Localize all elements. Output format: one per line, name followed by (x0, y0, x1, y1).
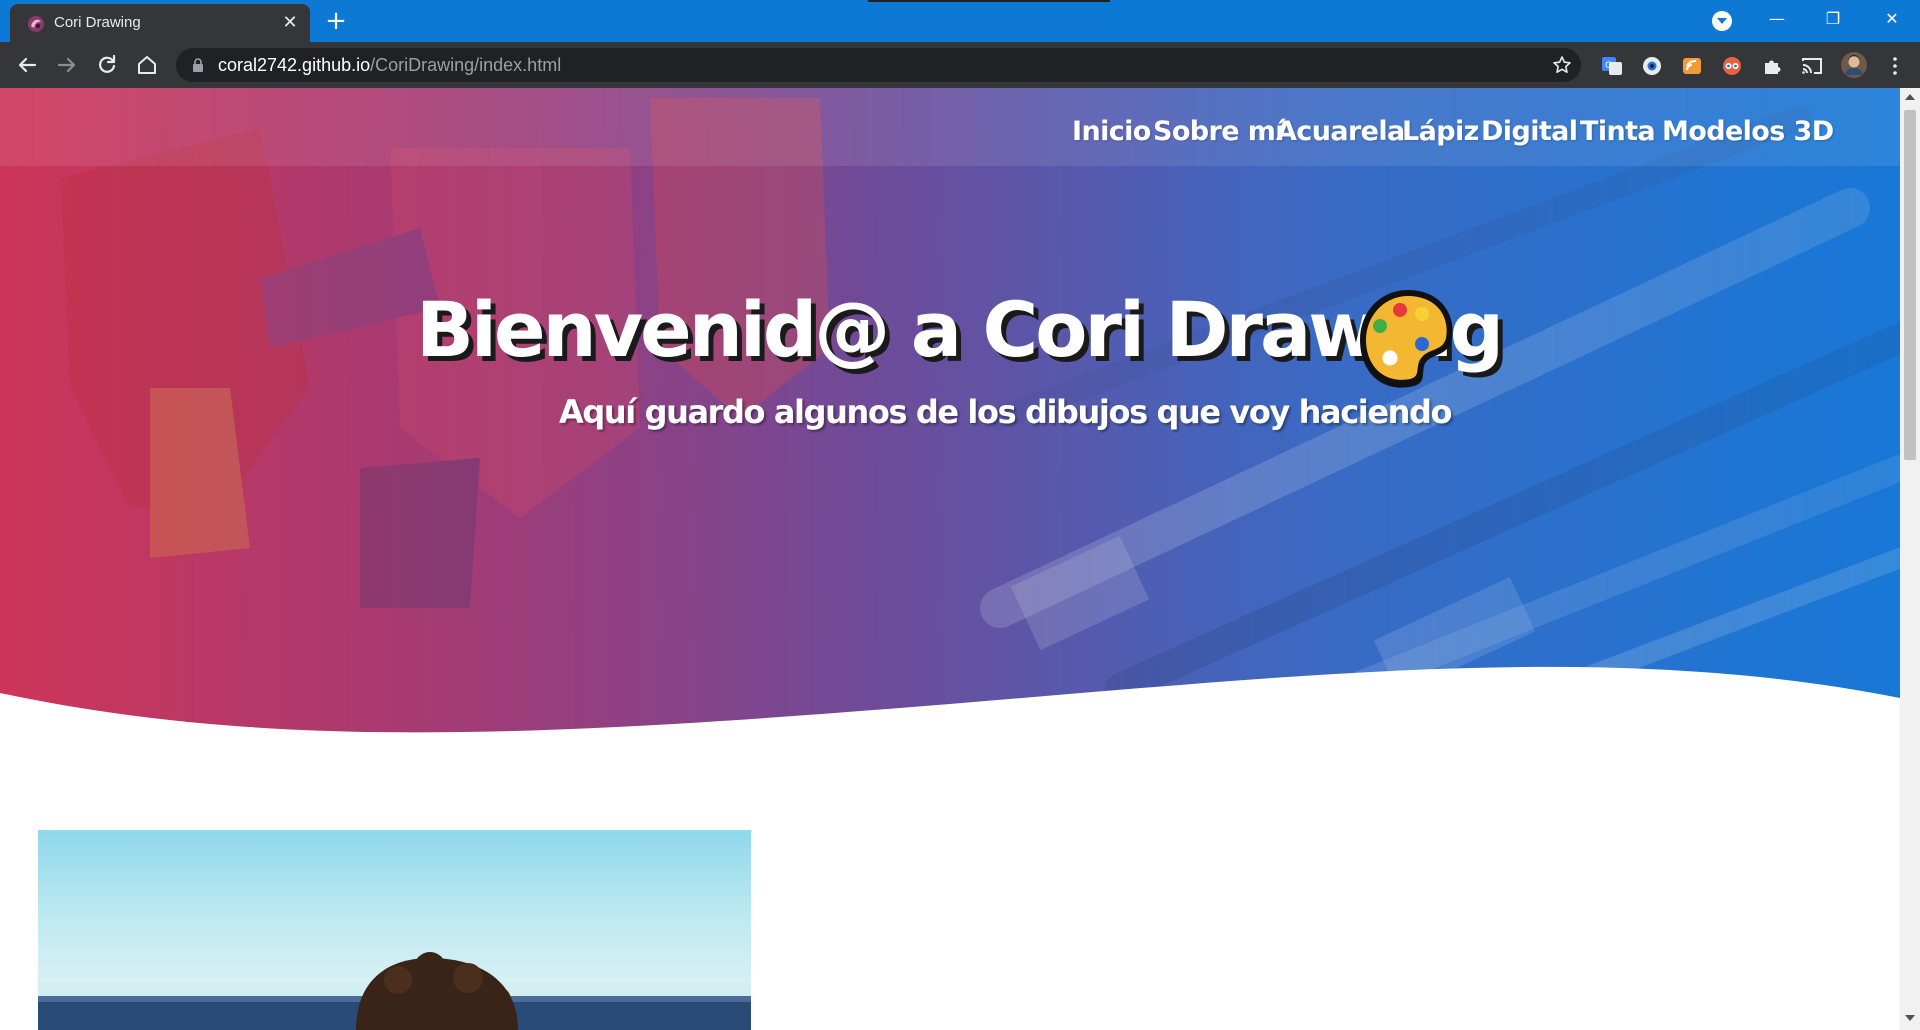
browser-tab[interactable]: Cori Drawing ✕ (10, 4, 310, 42)
puzzle-icon[interactable] (1761, 55, 1783, 77)
hero-banner: Inicio Sobre mí Acuarela Lápiz Digital T… (0, 88, 1900, 753)
reload-icon[interactable] (93, 51, 121, 79)
back-arrow-icon[interactable] (13, 51, 41, 79)
avatar[interactable] (1840, 51, 1868, 79)
restore-button[interactable]: ❐ (1805, 0, 1861, 42)
svg-text:G: G (1605, 61, 1612, 71)
nav-item-tinta[interactable]: Tinta (1580, 116, 1656, 147)
bookmark-star-icon[interactable] (1552, 55, 1572, 75)
page-viewport: Inicio Sobre mí Acuarela Lápiz Digital T… (0, 88, 1900, 1030)
hero-title: Bienvenid@ a Cori Drawing (416, 285, 1504, 374)
artist-palette-icon (1360, 290, 1453, 388)
hero-bottom-wave (0, 666, 1900, 753)
url-path: /CoriDrawing/index.html (370, 55, 562, 75)
nav-item-lapiz[interactable]: Lápiz (1402, 116, 1479, 147)
address-bar[interactable]: coral2742.github.io/CoriDrawing/index.ht… (176, 48, 1581, 82)
browser-titlebar: Cori Drawing ✕ + — ❐ ✕ (0, 0, 1920, 42)
main-navbar: Inicio Sobre mí Acuarela Lápiz Digital T… (0, 88, 1900, 166)
page-scrollbar[interactable] (1900, 88, 1920, 1030)
hero-subtitle: Aquí guardo algunos de los dibujos que v… (559, 393, 1453, 431)
glasses-extension-icon[interactable] (1721, 55, 1743, 77)
tab-title: Cori Drawing (54, 14, 141, 31)
scroll-up-arrow-icon[interactable] (1905, 94, 1915, 100)
lock-icon[interactable] (192, 58, 204, 72)
nav-item-digital[interactable]: Digital (1481, 116, 1578, 147)
profile-photo (38, 830, 751, 1030)
home-icon[interactable] (133, 51, 161, 79)
browser-toolbar: coral2742.github.io/CoriDrawing/index.ht… (0, 42, 1920, 88)
window-top-edge (868, 0, 1110, 2)
cori-favicon-icon (28, 16, 44, 32)
tab-close-icon[interactable]: ✕ (280, 13, 300, 33)
rss-extension-icon[interactable] (1681, 55, 1703, 77)
nav-item-modelos-3d[interactable]: Modelos 3D (1662, 116, 1834, 147)
eye-extension-icon[interactable] (1641, 55, 1663, 77)
nav-item-inicio[interactable]: Inicio (1072, 116, 1151, 147)
cast-icon[interactable] (1801, 55, 1823, 77)
close-window-button[interactable]: ✕ (1864, 0, 1920, 42)
translate-icon[interactable]: G (1601, 55, 1623, 77)
forward-arrow-icon[interactable] (53, 51, 81, 79)
minimize-button[interactable]: — (1749, 0, 1805, 42)
kebab-menu-icon[interactable] (1884, 55, 1906, 77)
nav-item-sobre-mi[interactable]: Sobre mí (1153, 116, 1285, 147)
scroll-down-arrow-icon[interactable] (1905, 1015, 1915, 1021)
url-host: coral2742.github.io (218, 55, 371, 75)
tab-search-dropdown-icon[interactable] (1712, 11, 1732, 31)
photo-content (38, 952, 751, 1030)
url-text[interactable]: coral2742.github.io/CoriDrawing/index.ht… (218, 55, 561, 76)
scrollbar-thumb[interactable] (1904, 110, 1916, 460)
new-tab-button[interactable]: + (322, 8, 350, 36)
nav-item-acuarela[interactable]: Acuarela (1276, 116, 1405, 147)
